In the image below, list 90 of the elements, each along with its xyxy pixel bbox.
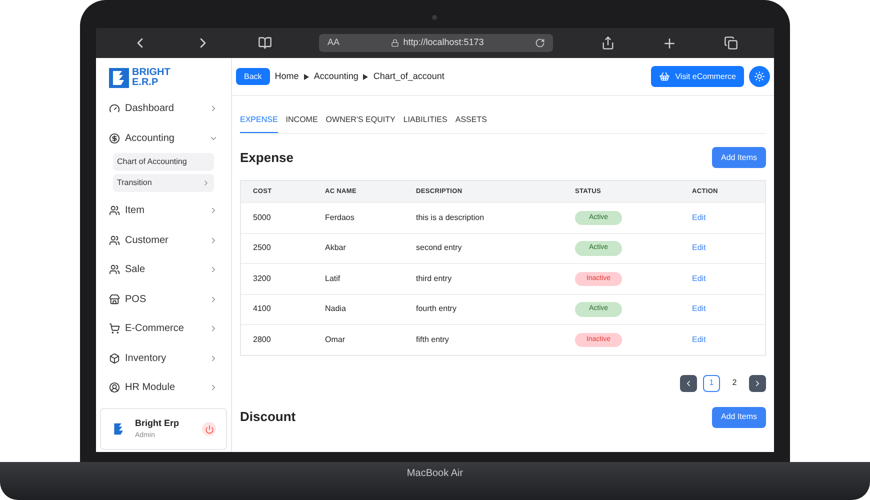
- table-cell-text: Ferdaos: [325, 212, 356, 224]
- tab[interactable]: INCOME: [286, 114, 318, 133]
- sidebar-item[interactable]: Dashboard: [100, 94, 227, 124]
- basket-icon: [659, 71, 670, 82]
- chevron-right-icon: [202, 179, 210, 187]
- tab[interactable]: EXPENSE: [240, 114, 278, 133]
- section-title: Discount: [240, 408, 296, 426]
- chevron-right-icon: [209, 324, 218, 334]
- edit-link[interactable]: Edit: [692, 334, 706, 344]
- box-icon: [109, 352, 120, 364]
- previous-page-button[interactable]: [680, 374, 697, 392]
- sidebar-item[interactable]: Inventory: [100, 344, 227, 373]
- page-button[interactable]: 1: [703, 374, 720, 392]
- url-text: http://localhost:5173: [403, 36, 484, 50]
- breadcrumb-link[interactable]: Home: [274, 70, 299, 84]
- user-name: Bright Erp: [135, 417, 180, 430]
- power-icon: [204, 424, 214, 434]
- theme-toggle-button[interactable]: [749, 66, 770, 87]
- camera-icon: [432, 15, 437, 20]
- edit-link[interactable]: Edit: [692, 304, 706, 314]
- breadcrumb-link[interactable]: Chart_of_account: [373, 70, 444, 84]
- users-icon: [109, 234, 120, 246]
- tabs-icon[interactable]: [724, 36, 738, 50]
- sidebar-subitem[interactable]: Chart of Accounting: [113, 153, 214, 171]
- sidebar-item[interactable]: POS: [100, 284, 227, 314]
- table-cell-text: 2800: [253, 334, 272, 346]
- chevron-right-icon: [209, 206, 218, 216]
- power-button[interactable]: [202, 422, 216, 436]
- chevron-right-icon: [209, 383, 218, 392]
- users-icon: [109, 205, 120, 216]
- next-page-button[interactable]: [749, 374, 766, 392]
- chevron-right-icon: [209, 265, 218, 274]
- logo-text: BRIGHT E.R.P: [132, 68, 170, 88]
- tab[interactable]: ASSETS: [455, 114, 487, 133]
- sidebar-item[interactable]: Item: [100, 196, 227, 226]
- table-cell-text: fifth entry: [416, 334, 450, 346]
- dollar-coin-icon: [109, 132, 120, 144]
- breadcrumb-arrow-icon: [304, 74, 309, 80]
- visit-ecommerce-button[interactable]: Visit eCommerce: [651, 66, 744, 87]
- sidebar-item[interactable]: Sale: [100, 255, 227, 284]
- tab[interactable]: LIABILITIES: [403, 114, 448, 133]
- table-cell-text: Latif: [325, 272, 342, 285]
- reload-icon[interactable]: [535, 38, 546, 48]
- add-items-button[interactable]: Add Items: [712, 147, 766, 168]
- chevron-right-icon: [209, 104, 218, 114]
- table-cell-text: 5000: [253, 212, 272, 224]
- table-cell-text: Nadia: [325, 303, 347, 316]
- breadcrumb-arrow-icon: [363, 74, 368, 80]
- edit-link[interactable]: Edit: [692, 212, 706, 222]
- sidebar-item[interactable]: HR Module: [100, 373, 227, 402]
- table-cell-text: this is a description: [416, 212, 486, 224]
- table-cell-text: 2500: [253, 242, 272, 254]
- table-cell-text: Akbar: [325, 242, 347, 254]
- table-cell-text: second entry: [416, 242, 463, 254]
- logo-icon: [109, 68, 129, 88]
- gauge-icon: [109, 103, 120, 114]
- edit-link[interactable]: Edit: [692, 274, 706, 283]
- device-label: MacBook Air: [406, 467, 464, 481]
- lock-icon: [391, 39, 400, 47]
- users-icon: [109, 264, 120, 276]
- store-icon: [109, 294, 120, 305]
- chevron-right-icon: [209, 294, 218, 304]
- edit-link[interactable]: Edit: [692, 243, 706, 252]
- back-button[interactable]: Back: [236, 68, 270, 85]
- user-circle-icon: [109, 382, 120, 394]
- table-cell-text: Omar: [325, 334, 346, 346]
- sidebar-item[interactable]: E-Commerce: [100, 314, 227, 344]
- text-size-label[interactable]: AA: [327, 36, 340, 50]
- chevron-left-icon: [684, 378, 693, 388]
- table-cell-text: 3200: [253, 272, 272, 285]
- address-bar[interactable]: AA http://localhost:5173: [319, 34, 554, 52]
- sun-icon: [754, 71, 765, 82]
- tab[interactable]: OWNER'S EQUITY: [326, 114, 396, 133]
- breadcrumb-link[interactable]: Accounting: [314, 70, 358, 84]
- book-icon[interactable]: [258, 36, 272, 50]
- section-title: Expense: [240, 148, 294, 167]
- chevron-right-icon: [753, 378, 762, 388]
- plus-icon[interactable]: [662, 36, 677, 50]
- share-icon[interactable]: [600, 36, 615, 50]
- sidebar-item[interactable]: Accounting: [100, 124, 227, 153]
- table-cell-text: 4100: [253, 303, 272, 316]
- cart-icon: [109, 323, 120, 334]
- sidebar-item[interactable]: Customer: [100, 226, 227, 255]
- sidebar-subitem[interactable]: Transition: [113, 174, 214, 192]
- add-items-button[interactable]: Add Items: [712, 406, 766, 428]
- table-cell-text: fourth entry: [416, 303, 458, 316]
- table-cell-text: third entry: [416, 272, 453, 285]
- chevron-right-icon: [209, 354, 218, 363]
- chevron-right-icon: [209, 236, 218, 245]
- page-button[interactable]: 2: [726, 374, 743, 392]
